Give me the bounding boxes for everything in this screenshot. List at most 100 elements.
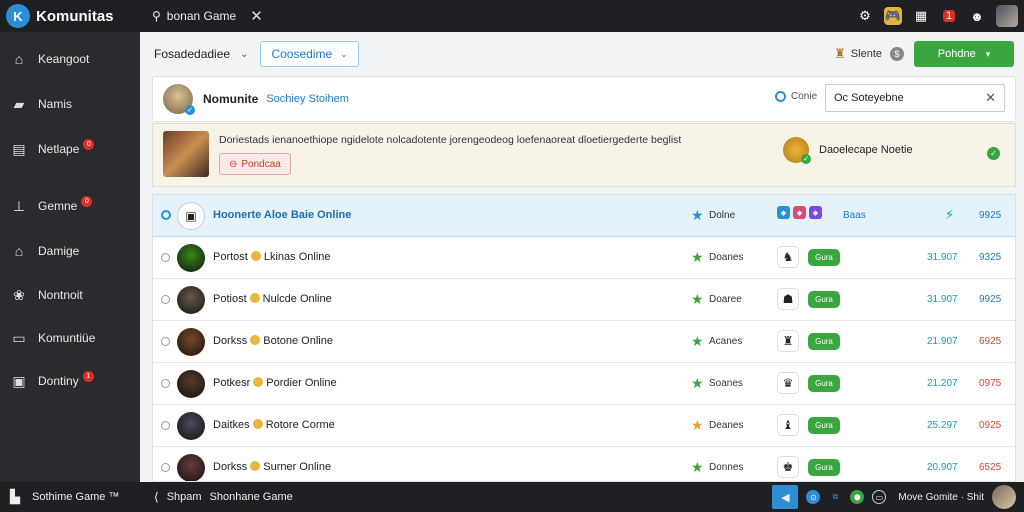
table-row[interactable]: Potkesr Pordier Online ★ Soanes ♛ Gura 21.207 0… [153,363,1015,405]
sidebar-item-5[interactable]: ⌂ Damige [0,236,140,266]
filter-label[interactable]: Fosadedadiee [154,47,230,61]
back-icon[interactable]: ⟨ [154,490,159,504]
star-icon[interactable]: ★ [691,249,704,266]
star-icon[interactable]: ★ [691,207,704,224]
bottom-brand-label: Sothime Game ™ [32,491,120,503]
category-dropdown-value: Coosedime [271,47,333,61]
radio-icon [775,91,786,102]
sidebar-item-6[interactable]: ❀ Nontnoit [0,280,140,310]
banner-profile[interactable]: ✓ Daoelecape Noetie [783,137,913,164]
star-icon[interactable]: ★ [691,333,704,350]
info-icon[interactable]: $ [890,47,904,61]
row-radio[interactable] [161,337,170,346]
star-icon[interactable]: ★ [691,459,704,476]
grid-icon[interactable]: ▦ [912,7,930,25]
check-circle-icon[interactable]: ✓ [987,147,1000,160]
status-badge[interactable]: Gura [808,291,840,308]
game-icon[interactable]: ☗ [777,288,799,310]
table-row[interactable]: Dorkss Botone Online ★ Acanes ♜ Gura 21.907 692… [153,321,1015,363]
game-icon[interactable]: ♞ [777,246,799,268]
game-icon[interactable]: ♝ [777,414,799,436]
sidebar-item-badge: 0 [83,138,95,150]
bottom-nav[interactable]: ⟨ Shpam Shonhane Game [154,490,293,504]
sidebar-item-3[interactable]: ▤ Netlape 0 [0,134,140,164]
sidebar-item-1[interactable]: ⌂ Keangoot [0,44,140,74]
toolbar: Fosadedadiee ⌄ Coosedime ⌄ ♜ Slente $ Po… [142,32,1024,76]
user-avatar[interactable] [992,485,1016,509]
row-radio[interactable] [161,379,170,388]
row-radio[interactable] [161,295,170,304]
close-icon[interactable]: ✕ [250,7,263,25]
verified-icon: ✓ [185,105,195,115]
gear-icon[interactable]: ⚙ [856,7,874,25]
trophy-icon: ♜ [834,46,846,61]
category-dropdown[interactable]: Coosedime ⌄ [260,41,359,67]
community-subtitle[interactable]: Sochiey Stoihem [266,93,349,105]
top-search[interactable]: ⚲ bonan Game [152,9,236,23]
clear-icon[interactable]: ✕ [985,90,996,106]
chevron-down-icon[interactable]: ⌄ [240,49,248,60]
sidebar-item-4[interactable]: ⊥ Gemne 0 [0,191,140,221]
game-icon[interactable]: ♛ [777,372,799,394]
banner-profile-label: Daoelecape Noetie [819,144,913,156]
option-toggle[interactable]: Conie [775,91,817,102]
status-badge[interactable]: Gura [808,459,840,476]
status-badge[interactable]: Gura [808,375,840,392]
star-icon[interactable]: ★ [691,291,704,308]
window-icon[interactable]: ▭ [872,490,887,504]
primary-action-button[interactable]: Pohdne ▾ [914,41,1014,67]
app-logo[interactable]: K Komunitas [0,4,140,28]
star-icon[interactable]: ★ [691,417,704,434]
send-button[interactable]: ◀ [772,485,799,509]
game-icon[interactable]: ♚ [777,456,799,478]
copy-icon[interactable]: ⧉ [828,490,842,504]
primary-action-label: Pohdne [937,48,976,60]
circle-icon[interactable]: ⊙ [806,490,821,504]
sidebar-item-2[interactable]: ▰ Namis [0,89,140,119]
hex-icon[interactable]: ⬢ [850,490,865,504]
featured-image[interactable] [163,131,209,177]
table-row[interactable]: Dorkss Surner Online ★ Donnes ♚ Gura 20.907 652… [153,447,1015,481]
community-avatar[interactable]: ✓ [163,84,195,115]
status-badge[interactable]: Gura [808,333,840,350]
row-avatar[interactable] [177,244,205,272]
row-avatar[interactable] [177,454,205,481]
status-badge[interactable]: Gura [808,249,840,266]
sidebar-item-icon: ▭ [12,329,26,346]
table-row[interactable]: Potiost Nulcde Online ★ Doaree ☗ Gura 31.907 99… [153,279,1015,321]
row-avatar[interactable] [177,286,205,314]
bottom-brand[interactable]: ▙ Sothime Game ™ [0,489,142,505]
sidebar-item-icon: ❀ [13,286,25,303]
row-service: Acanes [709,336,743,347]
sidebar-item-badge: 1 [82,370,94,382]
row-radio[interactable] [161,463,170,472]
sidebar-item-8[interactable]: ▣ Dontiny 1 [0,366,140,396]
table-row-highlighted[interactable]: ▣ Hoonerte Aloe Baie Online ★ Dolne ◆ ◆ … [153,195,1015,237]
row-avatar[interactable] [177,370,205,398]
row-service: Soanes [709,378,743,389]
game-box-icon[interactable]: 🎮 [884,7,902,25]
row-avatar[interactable] [177,328,205,356]
row-name: Dorkss Botone Online [213,335,333,347]
sidebar-item-label: Dontiny [38,374,79,388]
game-icon[interactable]: ♜ [777,330,799,352]
star-icon[interactable]: ★ [691,375,704,392]
table-row[interactable]: Portost Lkinas Online ★ Doanes ♞ Gura 31.907 93… [153,237,1015,279]
profile-icon[interactable]: ☻ [968,7,986,25]
row-avatar[interactable] [177,412,205,440]
row-radio[interactable] [161,253,170,262]
coin-icon [250,461,261,471]
user-avatar[interactable] [996,5,1018,27]
search-input[interactable]: Oc Soteyebne ✕ [825,84,1005,112]
status-badge[interactable]: Gura [808,417,840,434]
row-radio[interactable] [161,210,171,220]
table-row[interactable]: Daitkes Rotore Corme ★ Deanes ♝ Gura 25.297 092… [153,405,1015,447]
notification-icon[interactable]: 1 [940,7,958,25]
sidebar-item-7[interactable]: ▭ Komuntiüe [0,323,140,353]
search-icon: ⚲ [152,9,161,23]
row-radio[interactable] [161,421,170,430]
sidebar-item-label: Namis [38,97,73,111]
banner-tag-button[interactable]: ⊖ Pondcaa [219,153,291,175]
top-bar: K Komunitas ⚲ bonan Game ✕ ⚙ 🎮 ▦ 1 ☻ [0,0,1024,32]
game-list: ▣ Hoonerte Aloe Baie Online ★ Dolne ◆ ◆ … [152,194,1016,482]
